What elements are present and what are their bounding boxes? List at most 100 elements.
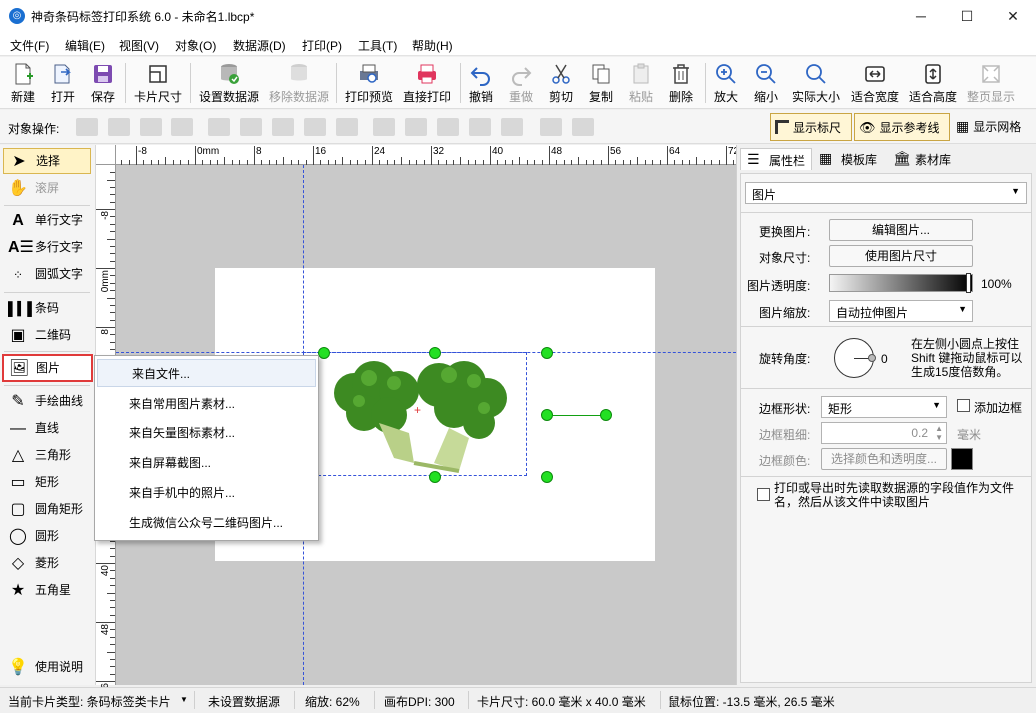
menu-datasource[interactable]: 数据源(D) xyxy=(233,37,286,54)
align-left-icon[interactable] xyxy=(208,118,230,136)
border-shape-select[interactable]: 矩形 ▼ xyxy=(821,396,947,418)
undo-button[interactable]: 撤销 xyxy=(465,59,497,107)
menu-item-from-file[interactable]: 来自文件... xyxy=(97,359,316,387)
send-backward-icon[interactable] xyxy=(140,118,162,136)
align-bottom-icon[interactable] xyxy=(437,118,459,136)
tool-star[interactable]: ★ 五角星 xyxy=(3,578,91,604)
tool-multi-line-text[interactable]: A☰ 多行文字 xyxy=(3,235,91,261)
tool-arc-text[interactable]: ⁘ 圆弧文字 xyxy=(3,262,91,288)
add-border-checkbox[interactable] xyxy=(957,399,970,412)
show-ruler-toggle[interactable]: 显示标尺 xyxy=(770,113,852,141)
direct-print-button[interactable]: 直接打印 xyxy=(400,59,454,107)
print-preview-button[interactable]: 打印预览 xyxy=(342,59,396,107)
tool-select[interactable]: ➤ 选择 xyxy=(3,148,91,174)
tool-help[interactable]: 💡 使用说明 xyxy=(3,655,91,681)
datasource-filename-checkbox[interactable] xyxy=(757,488,770,501)
remove-datasource-button[interactable]: 移除数据源 xyxy=(266,59,332,107)
card-size-button[interactable]: 卡片尺寸 xyxy=(131,59,185,107)
tool-diamond[interactable]: ◇ 菱形 xyxy=(3,551,91,577)
bring-front-icon[interactable] xyxy=(108,118,130,136)
rotation-dial-knob[interactable] xyxy=(868,354,876,362)
tool-rectangle[interactable]: ▭ 矩形 xyxy=(3,470,91,496)
open-button[interactable]: 打开 xyxy=(46,59,80,107)
distribute-v-icon[interactable] xyxy=(469,118,491,136)
tab-materials[interactable]: 🏛 素材库 xyxy=(887,148,957,170)
resize-handle[interactable] xyxy=(541,471,553,483)
space-h-icon[interactable] xyxy=(336,118,358,136)
tool-scroll[interactable]: ✋ 滚屏 xyxy=(3,176,91,202)
tool-rounded-rectangle[interactable]: ▢ 圆角矩形 xyxy=(3,497,91,523)
menu-view[interactable]: 视图(V) xyxy=(119,37,159,54)
opacity-slider[interactable] xyxy=(829,273,973,293)
border-width-input[interactable]: 0.2 ▲ ▼ xyxy=(821,422,947,444)
fit-width-button[interactable]: 适合宽度 xyxy=(848,59,902,107)
align-top-icon[interactable] xyxy=(373,118,395,136)
maximize-button[interactable]: ☐ xyxy=(944,0,990,32)
resize-handle[interactable] xyxy=(429,347,441,359)
redo-button[interactable]: 重做 xyxy=(505,59,537,107)
align-center-icon[interactable] xyxy=(240,118,262,136)
save-button[interactable]: 保存 xyxy=(86,59,120,107)
tool-line[interactable]: — 直线 xyxy=(3,416,91,442)
actual-size-button[interactable]: 实际大小 xyxy=(790,59,842,107)
fit-height-button[interactable]: 适合高度 xyxy=(906,59,960,107)
fit-page-button[interactable]: 整页显示 xyxy=(964,59,1018,107)
send-back-icon[interactable] xyxy=(171,118,193,136)
object-type-select[interactable]: 图片 ▼ xyxy=(745,182,1027,204)
resize-handle[interactable] xyxy=(429,471,441,483)
spinner-icon[interactable]: ▲ ▼ xyxy=(935,424,943,442)
edit-image-button[interactable]: 编辑图片... xyxy=(829,219,973,241)
menu-object[interactable]: 对象(O) xyxy=(175,37,216,54)
tool-circle[interactable]: ◯ 圆形 xyxy=(3,524,91,550)
show-guides-toggle[interactable]: 👁 显示参考线 xyxy=(854,113,950,141)
menu-item-phone-photos[interactable]: 来自手机中的照片... xyxy=(95,479,318,507)
resize-handle[interactable] xyxy=(541,409,553,421)
menu-print[interactable]: 打印(P) xyxy=(302,37,342,54)
menu-item-common-images[interactable]: 来自常用图片素材... xyxy=(95,390,318,418)
opacity-slider-thumb[interactable] xyxy=(966,273,971,293)
tool-triangle[interactable]: △ 三角形 xyxy=(3,443,91,469)
delete-button[interactable]: 删除 xyxy=(665,59,697,107)
distribute-h-icon[interactable] xyxy=(304,118,326,136)
resize-handle[interactable] xyxy=(318,347,330,359)
zoom-out-button[interactable]: 缩小 xyxy=(750,59,782,107)
tool-single-line-text[interactable]: A 单行文字 xyxy=(3,208,91,234)
border-color-button[interactable]: 选择颜色和透明度... xyxy=(821,448,947,470)
align-middle-icon[interactable] xyxy=(405,118,427,136)
copy-button[interactable]: 复制 xyxy=(585,59,617,107)
space-v-icon[interactable] xyxy=(501,118,523,136)
tool-qrcode[interactable]: ▣ 二维码 xyxy=(3,323,91,349)
use-image-size-button[interactable]: 使用图片尺寸 xyxy=(829,245,973,267)
tool-freehand[interactable]: ✎ 手绘曲线 xyxy=(3,389,91,415)
show-grid-toggle[interactable]: ▦ 显示网格 xyxy=(952,113,1034,141)
menu-tools[interactable]: 工具(T) xyxy=(358,37,397,54)
menu-item-vector-icons[interactable]: 来自矢量图标素材... xyxy=(95,419,318,447)
cut-button[interactable]: 剪切 xyxy=(545,59,577,107)
tool-barcode[interactable]: ▌▍▌ 条码 xyxy=(3,296,91,322)
menu-file[interactable]: 文件(F) xyxy=(10,37,49,54)
minimize-button[interactable]: ─ xyxy=(898,0,944,32)
rotate-handle[interactable] xyxy=(600,409,612,421)
horizontal-ruler[interactable]: -8 0mm 8 16 24 32 40 48 56 64 72 xyxy=(116,145,739,165)
rotation-dial[interactable] xyxy=(834,338,876,378)
ungroup-icon[interactable] xyxy=(572,118,594,136)
align-right-icon[interactable] xyxy=(272,118,294,136)
close-button[interactable]: ✕ xyxy=(990,0,1036,32)
bring-forward-icon[interactable] xyxy=(76,118,98,136)
paste-button[interactable]: 粘贴 xyxy=(625,59,657,107)
resize-handle[interactable] xyxy=(541,347,553,359)
set-datasource-button[interactable]: 设置数据源 xyxy=(196,59,262,107)
chevron-down-icon[interactable]: ▼ xyxy=(180,695,188,704)
tab-templates[interactable]: ▦ 模板库 xyxy=(813,148,883,170)
group-icon[interactable] xyxy=(540,118,562,136)
menu-help[interactable]: 帮助(H) xyxy=(412,37,453,54)
menu-edit[interactable]: 编辑(E) xyxy=(65,37,105,54)
image-scale-select[interactable]: 自动拉伸图片 ▼ xyxy=(829,300,973,322)
menu-item-screenshot[interactable]: 来自屏幕截图... xyxy=(95,449,318,477)
new-button[interactable]: 新建 xyxy=(6,59,40,107)
tool-image[interactable]: 🖼 图片 xyxy=(2,354,93,382)
zoom-in-button[interactable]: 放大 xyxy=(710,59,742,107)
tab-properties[interactable]: ☰ 属性栏 xyxy=(740,148,813,170)
border-color-swatch[interactable] xyxy=(951,448,973,470)
menu-item-wechat-qrcode[interactable]: 生成微信公众号二维码图片... xyxy=(95,509,318,537)
